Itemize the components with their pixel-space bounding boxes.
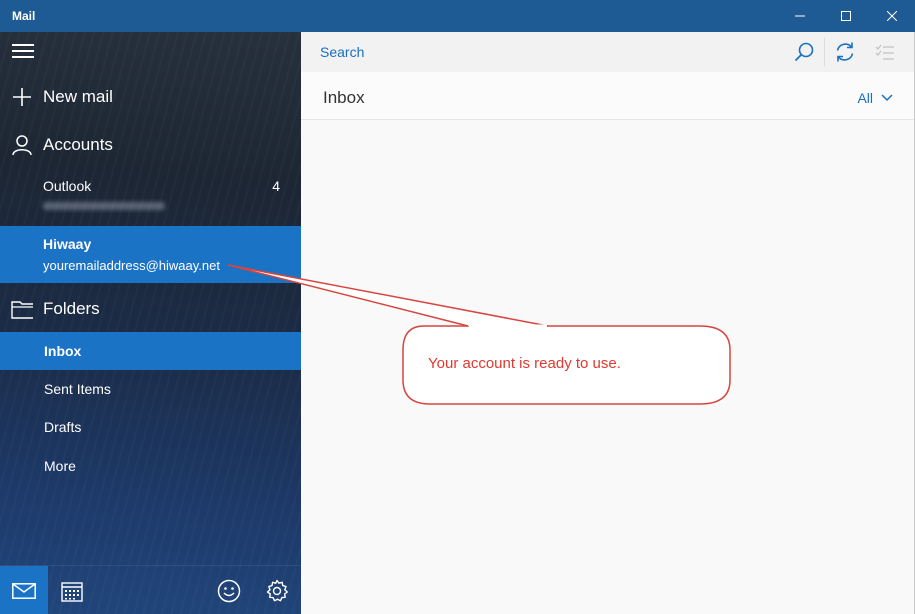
- callout-text: Your account is ready to use.: [428, 355, 621, 372]
- callout-bubble: [227, 264, 731, 405]
